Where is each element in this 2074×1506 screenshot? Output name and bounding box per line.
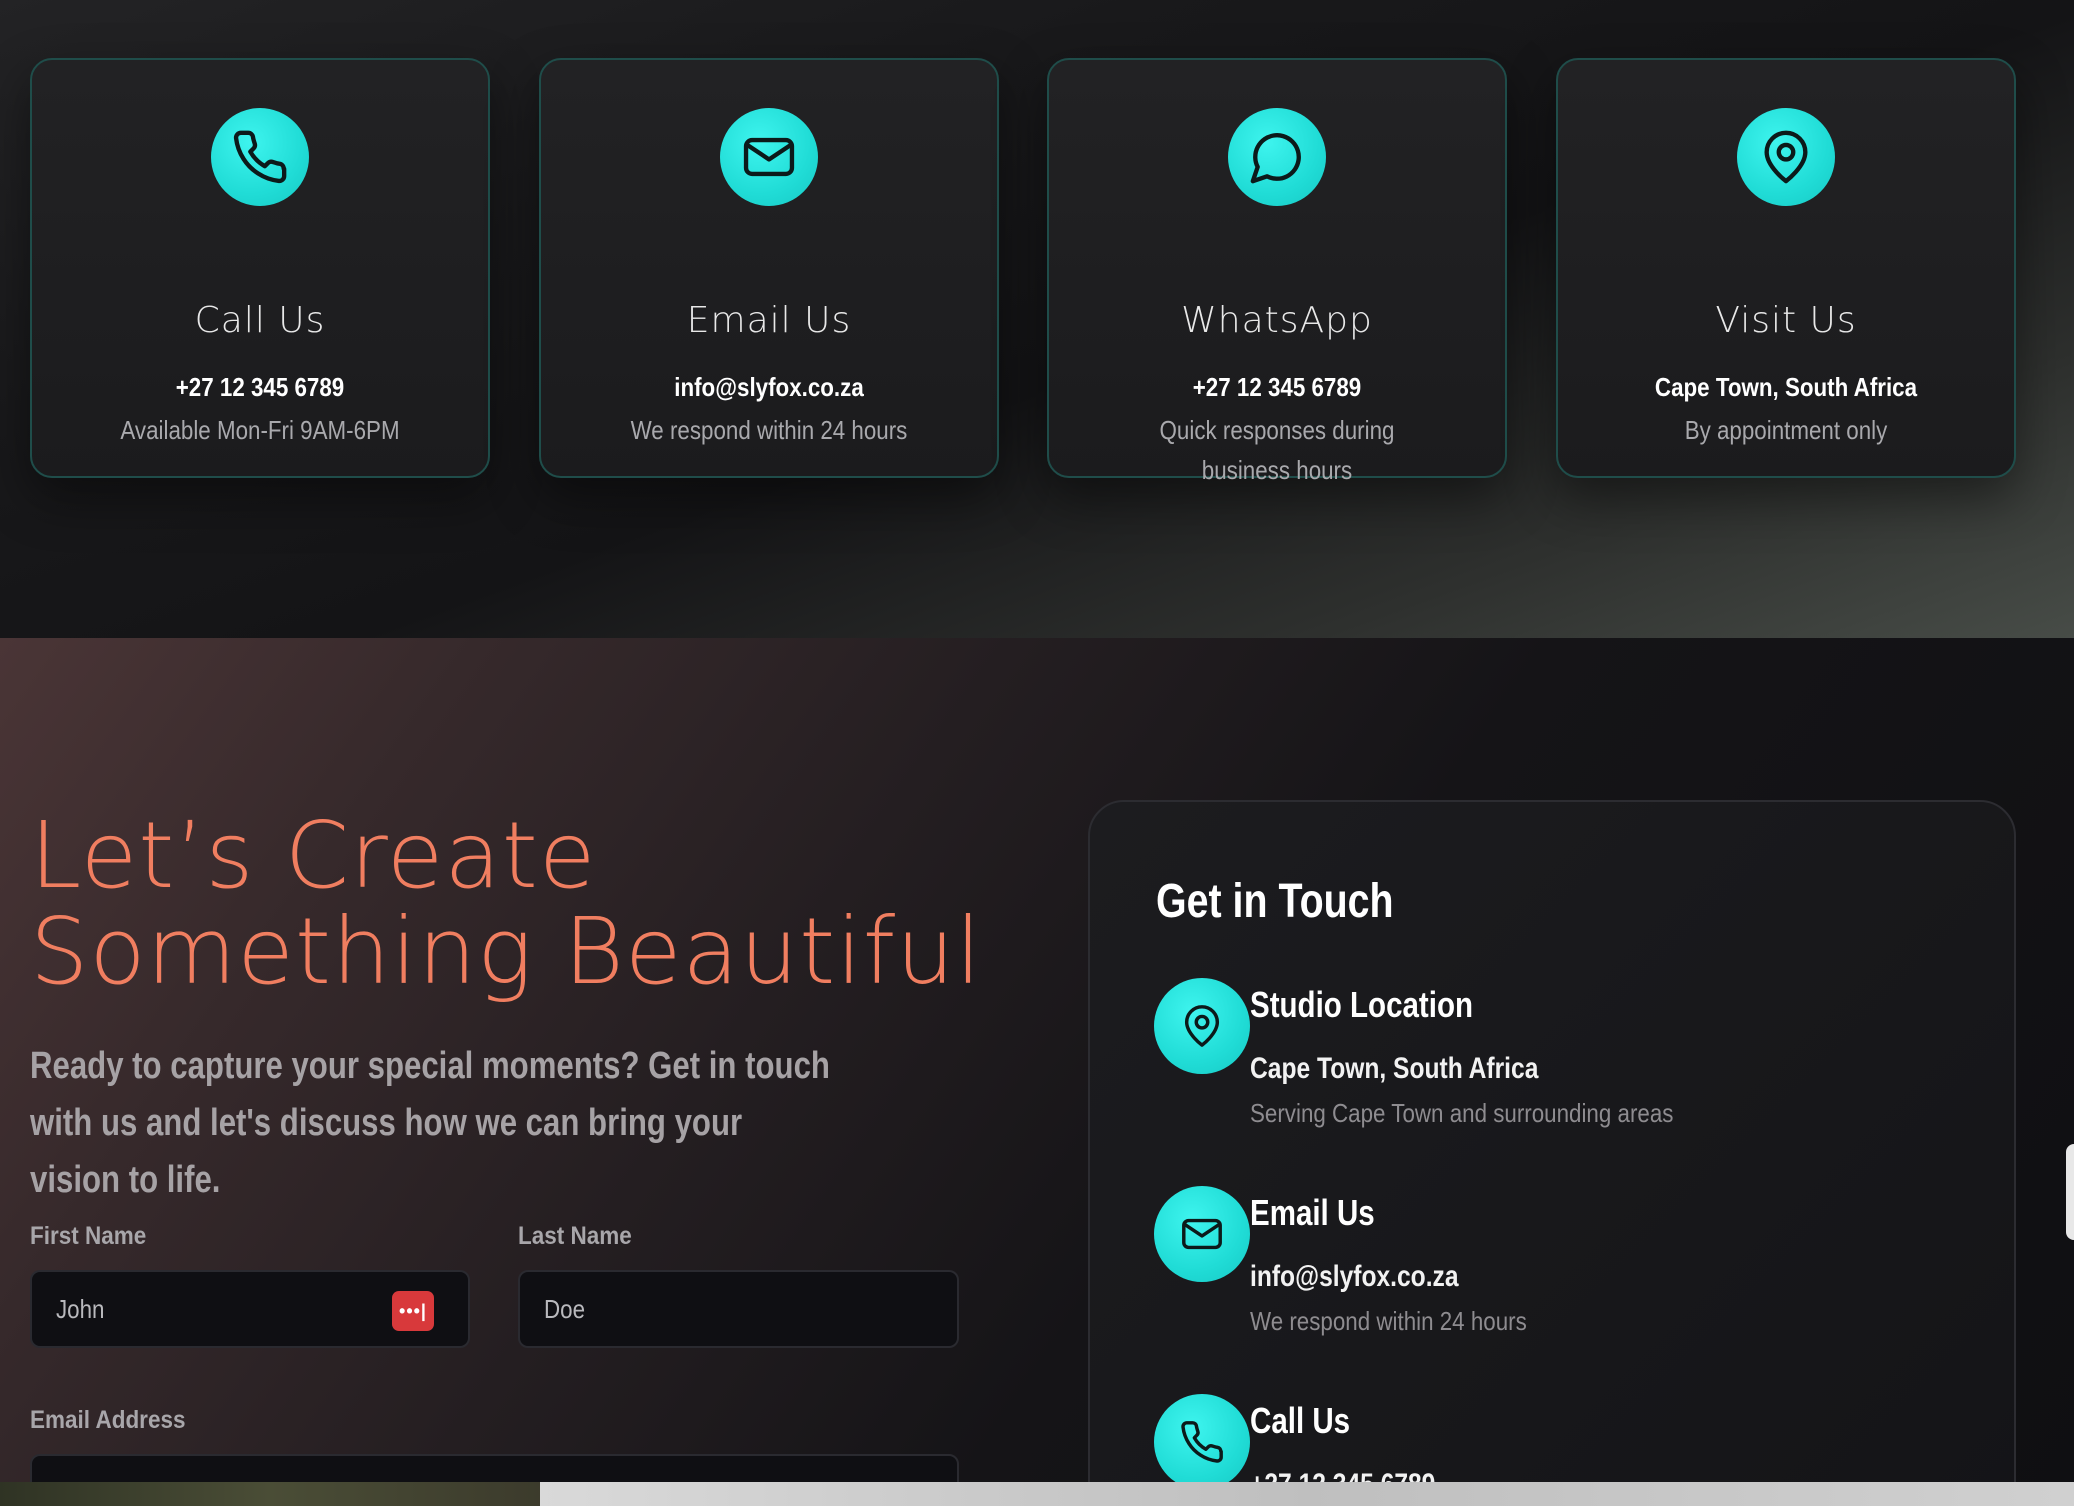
card-description: We respond within 24 hours	[630, 415, 908, 445]
whatsapp-card[interactable]: WhatsApp +27 12 345 6789 Quick responses…	[1047, 58, 1507, 485]
hero-description: Ready to capture your special moments? G…	[30, 1045, 830, 1201]
visit-us-card[interactable]: Visit Us Cape Town, South Africa By appo…	[1556, 58, 2016, 478]
last-name-label: Last Name	[518, 1222, 632, 1250]
card-description: By appointment only	[1684, 415, 1888, 445]
card-description: Quick responses during business hours	[1159, 415, 1395, 485]
bottom-image-right	[540, 1482, 2074, 1506]
first-name-field[interactable]: John •••|	[30, 1270, 470, 1348]
get-in-touch-panel: Get in Touch Studio Location Cape Town, …	[1088, 800, 2016, 1506]
email-us-item: Email Us info@slyfox.co.za We respond wi…	[1154, 1186, 1974, 1356]
call-us-heading: Call Us	[1250, 1400, 1351, 1441]
card-title: WhatsApp	[1181, 300, 1373, 341]
hero-title-line-2: Something Beautiful	[30, 898, 983, 1005]
phone-icon	[1154, 1394, 1250, 1490]
card-email-address[interactable]: info@slyfox.co.za	[573, 372, 965, 403]
chat-icon	[1228, 108, 1326, 206]
studio-location-description: Serving Cape Town and surrounding areas	[1250, 1098, 1674, 1128]
bottom-image-left	[0, 1482, 540, 1506]
card-phone-number[interactable]: +27 12 345 6789	[64, 372, 456, 403]
map-pin-icon	[1737, 108, 1835, 206]
password-manager-icon[interactable]: •••|	[392, 1291, 434, 1331]
email-us-card[interactable]: Email Us info@slyfox.co.za We respond wi…	[539, 58, 999, 478]
card-description: Available Mon-Fri 9AM-6PM	[120, 415, 400, 445]
bottom-image-strip	[0, 1482, 2074, 1506]
hero-title: Let’s Create Something Beautiful	[30, 808, 982, 1000]
card-location: Cape Town, South Africa	[1654, 372, 1918, 402]
call-us-card[interactable]: Call Us +27 12 345 6789 Available Mon-Fr…	[30, 58, 490, 478]
hero-title-line-1: Let’s Create	[30, 802, 597, 909]
contact-form-section: Let’s Create Something Beautiful Ready t…	[0, 638, 2074, 1506]
email-us-value[interactable]: info@slyfox.co.za	[1250, 1260, 1459, 1294]
card-whatsapp-number[interactable]: +27 12 345 6789	[1081, 372, 1473, 403]
contact-cards-section: Call Us +27 12 345 6789 Available Mon-Fr…	[0, 0, 2074, 638]
card-title: Call Us	[194, 300, 326, 341]
studio-location-value: Cape Town, South Africa	[1250, 1052, 1539, 1085]
phone-icon	[211, 108, 309, 206]
first-name-value: John	[56, 1293, 105, 1324]
email-address-label: Email Address	[30, 1406, 186, 1434]
studio-location-heading: Studio Location	[1250, 984, 1474, 1025]
map-pin-icon	[1154, 978, 1250, 1074]
studio-location-item: Studio Location Cape Town, South Africa …	[1154, 978, 1974, 1148]
email-us-heading: Email Us	[1250, 1192, 1375, 1233]
get-in-touch-title: Get in Touch	[1156, 875, 1394, 928]
card-title: Email Us	[686, 300, 852, 341]
mail-icon	[720, 108, 818, 206]
side-feedback-tab[interactable]	[2066, 1144, 2074, 1240]
first-name-label: First Name	[30, 1222, 147, 1250]
email-us-description: We respond within 24 hours	[1250, 1306, 1527, 1336]
last-name-value: Doe	[544, 1293, 586, 1324]
last-name-field[interactable]: Doe	[518, 1270, 959, 1348]
card-title: Visit Us	[1715, 300, 1857, 341]
mail-icon	[1154, 1186, 1250, 1282]
